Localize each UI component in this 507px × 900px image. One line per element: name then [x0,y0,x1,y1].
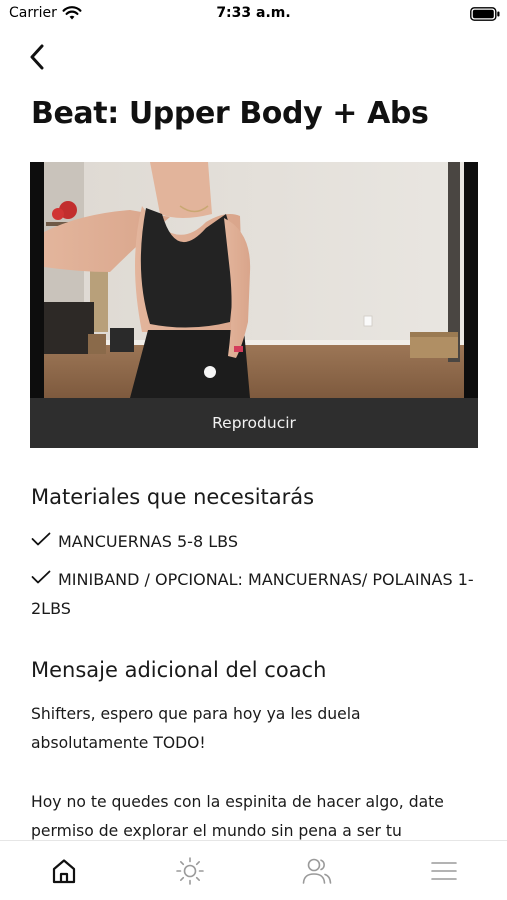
sun-icon [176,857,204,885]
tab-bar [0,840,507,900]
coach-message-paragraph: Shifters, espero que para hoy ya les due… [31,705,361,752]
menu-icon [431,862,457,880]
tab-menu[interactable] [414,841,474,900]
coach-message-paragraph: Hoy no te quedes con la espinita de hace… [31,793,444,840]
material-item: MINIBAND / OPCIONAL: MANCUERNAS/ POLAINA… [31,565,481,623]
video-player[interactable]: Reproducir [30,162,478,448]
workout-detail-screen: Carrier 7:33 a.m. Beat: Upper Body + Abs [0,0,507,900]
play-button[interactable]: Reproducir [30,398,478,448]
materials-title: Materiales que necesitarás [31,485,315,509]
chevron-left-icon [30,44,44,70]
back-button[interactable] [20,40,54,74]
checkmark-icon [31,570,51,584]
video-thumbnail [30,162,478,398]
tab-home[interactable] [34,841,94,900]
coach-message-title: Mensaje adicional del coach [31,658,327,682]
tab-community[interactable] [287,841,347,900]
status-bar: Carrier 7:33 a.m. [0,0,507,28]
material-item: MANCUERNAS 5-8 LBS [31,527,481,556]
page-title: Beat: Upper Body + Abs [31,96,429,131]
users-icon [302,858,332,884]
material-item-label: MANCUERNAS 5-8 LBS [58,532,238,551]
tab-daily[interactable] [160,841,220,900]
checkmark-icon [31,532,51,546]
clock-time: 7:33 a.m. [216,5,291,21]
home-icon [52,859,76,884]
battery-icon [470,7,500,21]
material-item-label: MINIBAND / OPCIONAL: MANCUERNAS/ POLAINA… [31,570,474,618]
